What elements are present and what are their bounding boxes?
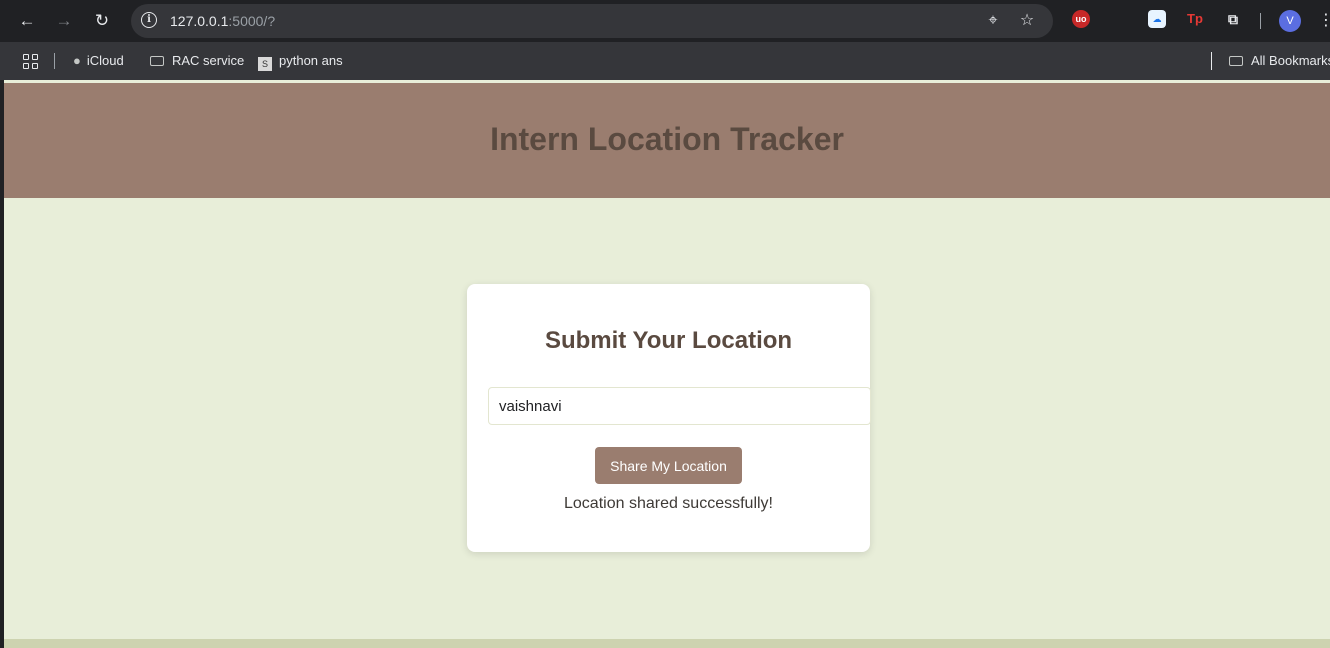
folder-icon	[1229, 56, 1243, 66]
apple-icon: ●	[73, 53, 81, 68]
apps-grid-icon[interactable]	[23, 54, 39, 70]
cloud-extension-icon[interactable]: ☁	[1148, 10, 1166, 28]
profile-avatar[interactable]: V	[1279, 10, 1301, 32]
address-bar[interactable]: i 127.0.0.1:5000/? ⌖ ☆	[131, 4, 1053, 38]
bookmarks-divider	[54, 53, 55, 69]
bookmark-rac-service[interactable]: RAC service	[150, 52, 244, 70]
browser-menu-icon[interactable]: ⋮	[1318, 10, 1330, 32]
page-viewport: Intern Location Tracker Submit Your Loca…	[4, 80, 1330, 648]
location-form-card: Submit Your Location Share My Location L…	[467, 284, 871, 552]
bookmarks-bar: ● iCloud RAC service Spython ans All Book…	[0, 42, 1330, 80]
share-location-button[interactable]: Share My Location	[595, 447, 742, 484]
reload-icon[interactable]: ↻	[91, 10, 113, 32]
page-title: Intern Location Tracker	[490, 121, 844, 157]
site-info-icon[interactable]: i	[141, 12, 157, 28]
toolbar-divider	[1260, 13, 1261, 29]
extensions-puzzle-icon[interactable]: ⧉	[1224, 10, 1242, 28]
python-page-icon: S	[258, 57, 272, 71]
status-message: Location shared successfully!	[564, 495, 773, 512]
app-footer	[4, 639, 1330, 648]
form-heading: Submit Your Location	[544, 327, 793, 354]
bookmarks-right-divider	[1211, 52, 1212, 70]
ublock-extension-icon[interactable]: uo	[1072, 10, 1090, 28]
forward-arrow-icon[interactable]: →	[53, 10, 75, 32]
bookmark-icloud[interactable]: ● iCloud	[73, 52, 124, 70]
bookmark-python-ans[interactable]: Spython ans	[258, 52, 343, 71]
location-pin-icon[interactable]: ⌖	[984, 12, 1002, 30]
browser-toolbar: ← → ↻ i 127.0.0.1:5000/? ⌖ ☆ uo ☁ Tp ⧉ V…	[0, 0, 1330, 42]
all-bookmarks[interactable]: All Bookmarks	[1229, 52, 1330, 70]
intern-name-input[interactable]	[488, 387, 871, 425]
url-text[interactable]: 127.0.0.1:5000/?	[170, 13, 275, 29]
tp-extension-icon[interactable]: Tp	[1186, 10, 1204, 28]
bookmark-star-icon[interactable]: ☆	[1018, 12, 1036, 30]
app-header: Intern Location Tracker	[4, 83, 1330, 198]
back-arrow-icon[interactable]: ←	[16, 10, 38, 32]
folder-icon	[150, 56, 164, 66]
